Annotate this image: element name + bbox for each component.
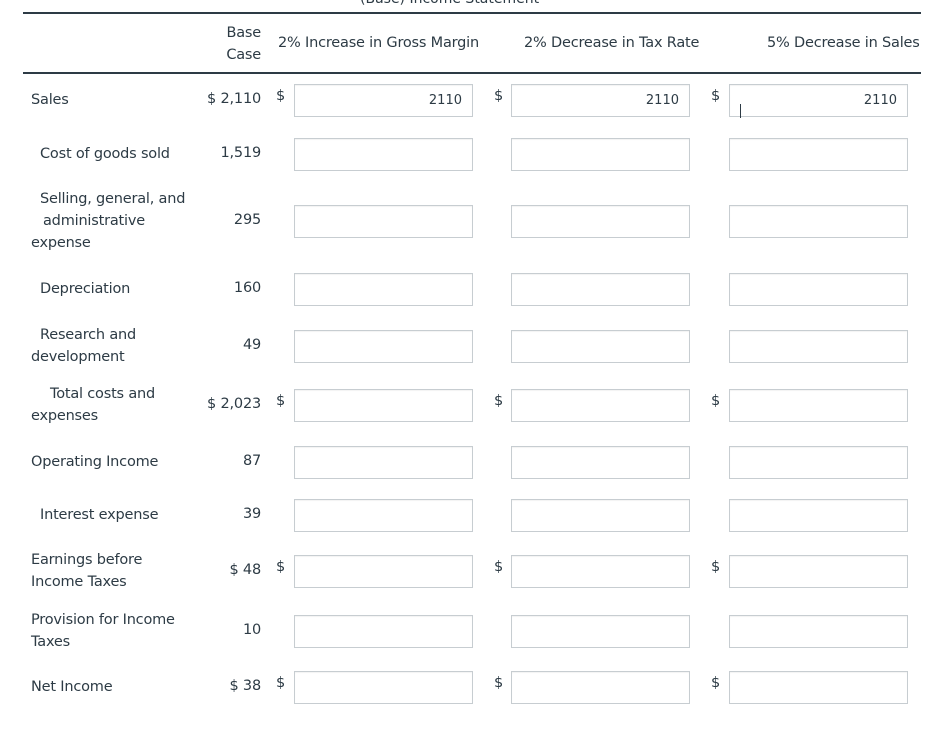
input-tax-rate[interactable]: [511, 138, 690, 171]
base-case-value: $ 38: [229, 678, 262, 694]
dollar-sign: $: [711, 675, 721, 691]
input-tax-rate[interactable]: [511, 273, 690, 306]
base-case-value: 160: [233, 280, 261, 296]
input-sales-decrease[interactable]: [729, 273, 908, 306]
input-tax-rate[interactable]: [511, 555, 690, 588]
input-tax-rate[interactable]: [511, 330, 690, 363]
row-label: Operating Income: [0, 451, 158, 473]
row-label-line: administrative: [43, 213, 145, 229]
input-sales-decrease[interactable]: [729, 205, 908, 238]
input-gross-margin[interactable]: [294, 671, 473, 704]
dollar-sign: $: [276, 675, 286, 691]
base-case-value: 1,519: [220, 145, 261, 161]
dollar-sign: $: [276, 559, 286, 575]
header-base-case-line1: Base: [226, 25, 261, 41]
header-base-case-line2: Case: [226, 47, 261, 63]
row-label-line: Sales: [31, 92, 69, 108]
base-case-value: 10: [242, 622, 261, 638]
dollar-sign: $: [494, 559, 504, 575]
input-gross-margin[interactable]: [294, 205, 473, 238]
input-gross-margin[interactable]: [294, 330, 473, 363]
row-label: Net Income: [0, 676, 113, 698]
header-scenario-gross-margin: 2% Increase in Gross Margin: [278, 35, 480, 51]
input-gross-margin[interactable]: [294, 615, 473, 648]
row-label-line: expense: [31, 235, 91, 251]
input-gross-margin[interactable]: [294, 389, 473, 422]
row-label-line: development: [31, 349, 125, 365]
row-label: Depreciation: [0, 278, 130, 300]
text-cursor: [740, 104, 741, 118]
row-label-line: Operating Income: [31, 454, 159, 470]
row-label-line: Taxes: [31, 634, 70, 650]
input-sales-decrease[interactable]: [729, 555, 908, 588]
input-sales-decrease[interactable]: [729, 389, 908, 422]
input-sales-decrease[interactable]: [729, 446, 908, 479]
base-case-value: 49: [242, 337, 261, 353]
row-label: Total costs and expenses: [0, 383, 155, 427]
header-base-case: Base Case: [200, 22, 261, 66]
row-label: Interest expense: [0, 504, 159, 526]
row-label-line: Depreciation: [40, 281, 131, 297]
dollar-sign: $: [494, 393, 504, 409]
row-label-line: Total costs and: [50, 386, 155, 402]
input-gross-margin[interactable]: [294, 138, 473, 171]
input-gross-margin[interactable]: [294, 499, 473, 532]
row-label-line: Cost of goods sold: [40, 146, 170, 162]
input-tax-rate[interactable]: [511, 84, 690, 117]
row-label-line: expenses: [31, 408, 98, 424]
row-label: Earnings before Income Taxes: [0, 549, 142, 593]
row-label: Provision for Income Taxes: [0, 609, 175, 653]
input-gross-margin[interactable]: [294, 555, 473, 588]
input-gross-margin[interactable]: [294, 84, 473, 117]
input-sales-decrease[interactable]: [729, 138, 908, 171]
input-sales-decrease[interactable]: [729, 499, 908, 532]
input-tax-rate[interactable]: [511, 446, 690, 479]
table-top-rule: [23, 12, 921, 14]
input-sales-decrease[interactable]: [729, 330, 908, 363]
row-label: Cost of goods sold: [0, 143, 170, 165]
dollar-sign: $: [494, 88, 504, 104]
dollar-sign: $: [711, 559, 721, 575]
row-label-line: Earnings before: [31, 552, 143, 568]
input-sales-decrease[interactable]: [729, 615, 908, 648]
dollar-sign: $: [711, 393, 721, 409]
dollar-sign: $: [276, 393, 286, 409]
base-case-value: 87: [242, 453, 261, 469]
dollar-sign: $: [711, 88, 721, 104]
base-case-value: $ 48: [229, 562, 262, 578]
input-sales-decrease[interactable]: [729, 84, 908, 117]
row-label: Selling, general, and administrative expen…: [0, 188, 185, 254]
row-label-line: Research and: [40, 327, 136, 343]
input-gross-margin[interactable]: [294, 273, 473, 306]
input-tax-rate[interactable]: [511, 615, 690, 648]
base-case-value: 39: [242, 506, 261, 522]
input-sales-decrease[interactable]: [729, 671, 908, 704]
input-tax-rate[interactable]: [511, 389, 690, 422]
input-tax-rate[interactable]: [511, 205, 690, 238]
clipped-table-title: (Base) Income Statement: [360, 0, 539, 7]
input-gross-margin[interactable]: [294, 446, 473, 479]
row-label-line: Interest expense: [40, 507, 159, 523]
row-label-line: Provision for Income: [31, 612, 175, 628]
dollar-sign: $: [276, 88, 286, 104]
row-label: Research and development: [0, 324, 136, 368]
row-label-line: Net Income: [31, 679, 113, 695]
row-label-line: Selling, general, and: [40, 191, 186, 207]
base-case-value: $ 2,110: [207, 91, 261, 107]
row-label-line: Income Taxes: [31, 574, 127, 590]
base-case-value: $ 2,023: [207, 396, 261, 412]
input-tax-rate[interactable]: [511, 499, 690, 532]
row-label: Sales: [0, 89, 69, 111]
base-case-value: 295: [233, 212, 261, 228]
header-scenario-tax-rate: 2% Decrease in Tax Rate: [524, 35, 700, 51]
input-tax-rate[interactable]: [511, 671, 690, 704]
header-scenario-sales: 5% Decrease in Sales: [767, 35, 920, 51]
dollar-sign: $: [494, 675, 504, 691]
header-rule: [23, 72, 921, 74]
